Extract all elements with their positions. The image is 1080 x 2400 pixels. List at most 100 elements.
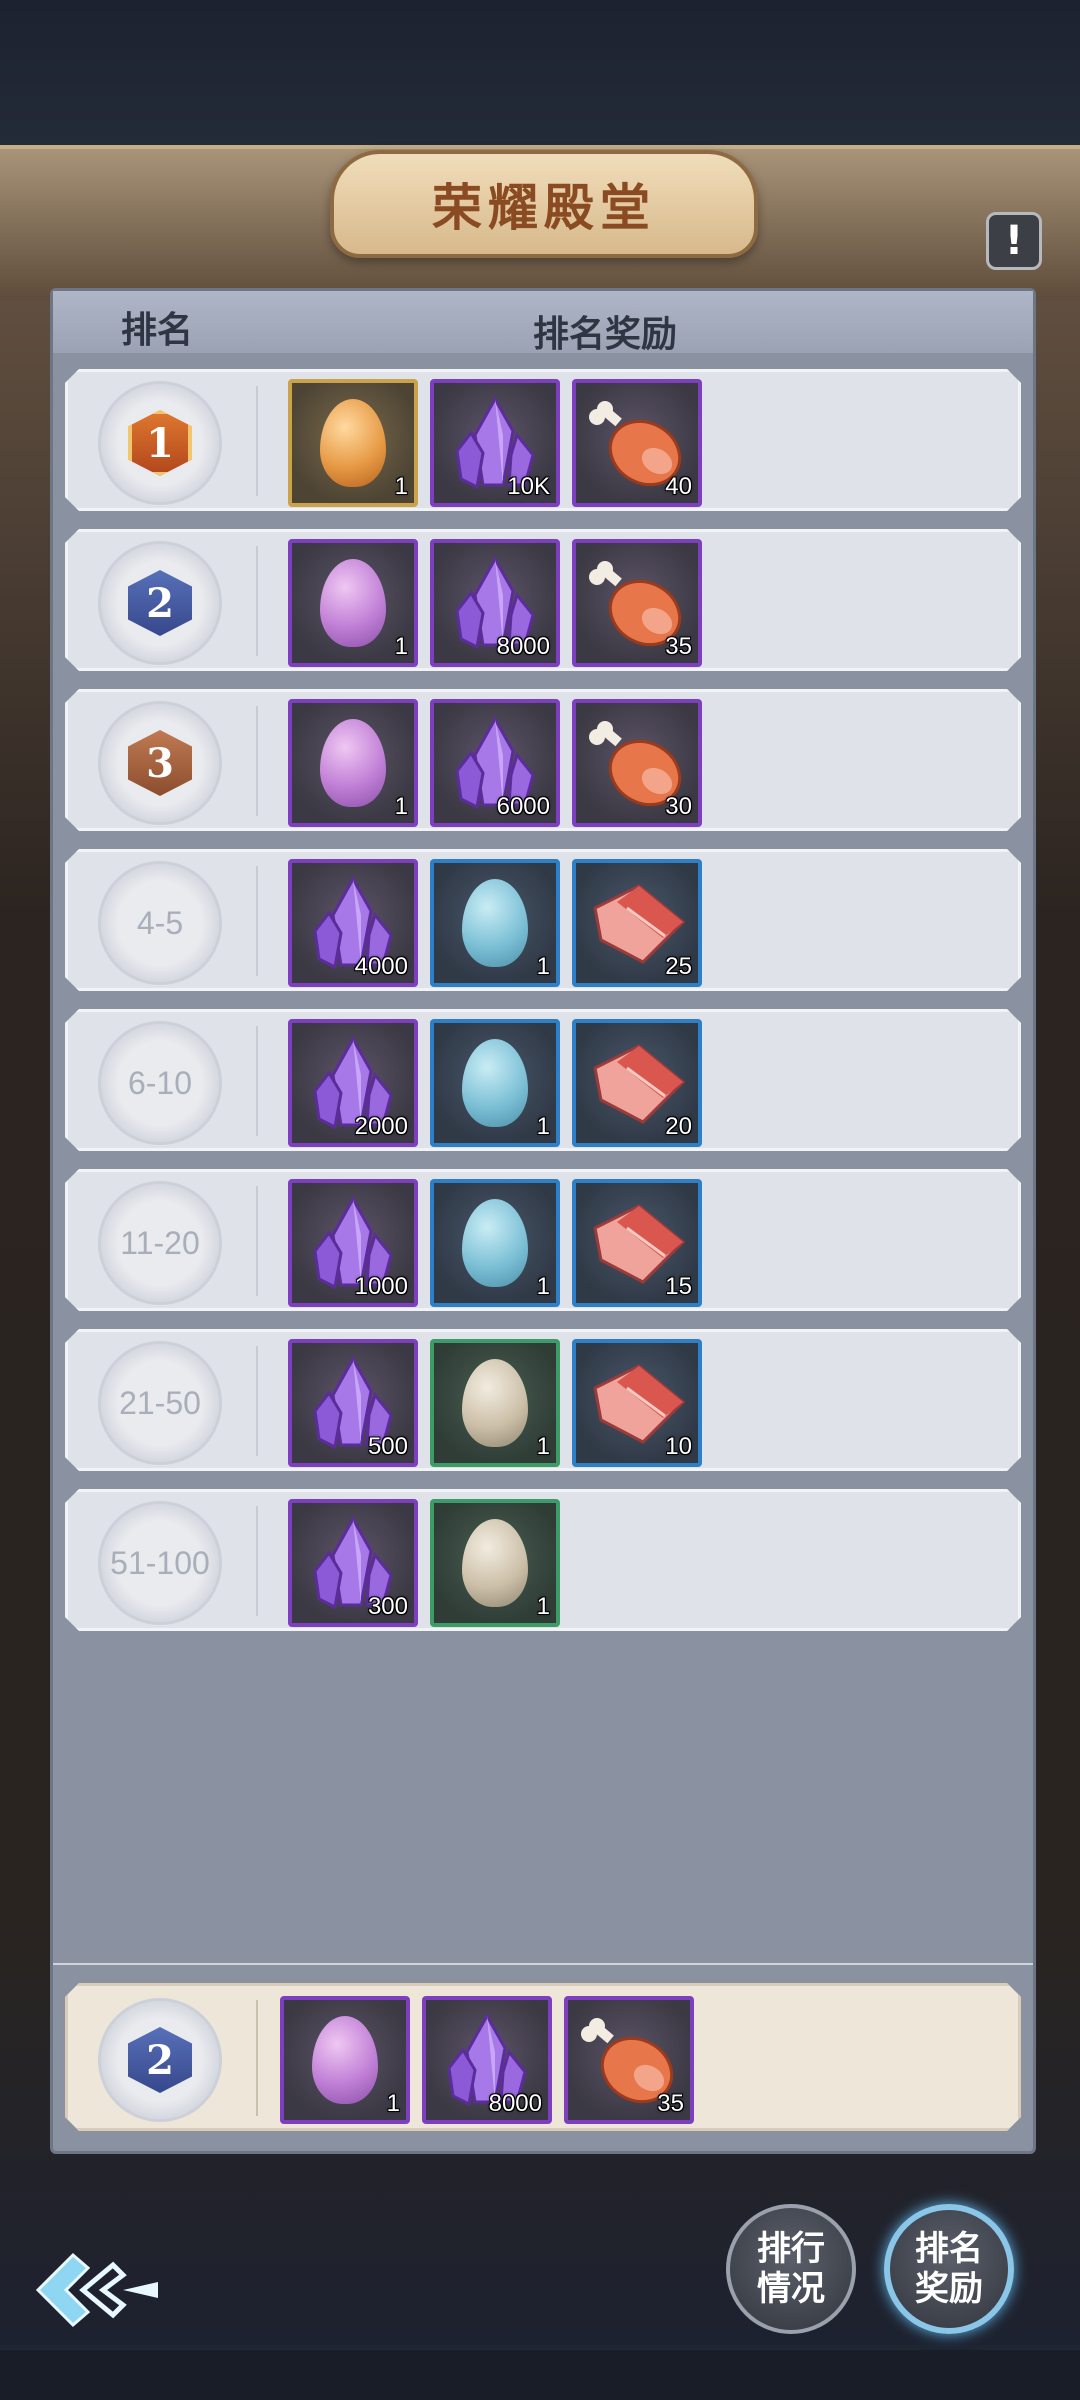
reward-items: 300 1 [288,1499,560,1627]
row-separator [256,1186,258,1296]
row-separator [256,1346,258,1456]
item-quantity: 35 [665,633,692,660]
column-header: 排名 排名奖励 [53,291,1033,355]
back-arrow-icon [35,2252,158,2328]
reward-item[interactable]: 10K [430,379,560,507]
row-separator [256,706,258,816]
row-separator [256,866,258,976]
reward-item[interactable]: 15 [572,1179,702,1307]
rank-emblem: 1 [98,381,222,505]
item-quantity: 10K [507,473,550,500]
reward-item[interactable]: 4000 [288,859,418,987]
item-quantity: 30 [665,793,692,820]
reward-items: 1000 1 15 [288,1179,702,1307]
ranking-status-button[interactable]: 排行 情况 [726,2204,856,2334]
item-quantity: 1 [394,473,408,500]
rank-emblem: 11-20 [98,1181,222,1305]
reward-item[interactable]: 25 [572,859,702,987]
reward-item[interactable]: 1 [430,1179,560,1307]
panel-divider [53,1963,1033,1965]
reward-row: 51-100 300 1 [65,1489,1021,1631]
reward-item[interactable]: 1 [430,859,560,987]
rank-reward-button[interactable]: 排名 奖励 [884,2204,1014,2334]
rank-badge-icon: 1 [128,410,192,476]
reward-item[interactable]: 35 [572,539,702,667]
reward-item[interactable]: 500 [288,1339,418,1467]
row-separator [256,546,258,656]
reward-column-header: 排名奖励 [533,314,678,355]
reward-row: 11-20 1000 1 15 [65,1169,1021,1311]
rank-badge-icon: 3 [128,730,192,796]
reward-row: 6-10 2000 1 20 [65,1009,1021,1151]
egg-white-icon [462,1359,528,1447]
rank-range-label: 11-20 [120,1224,200,1261]
egg-purple-icon [320,719,386,807]
row-separator [256,386,258,496]
reward-item[interactable]: 8000 [430,539,560,667]
rank-badge-icon: 2 [128,570,192,636]
reward-items: 1 8000 35 [288,539,702,667]
item-quantity: 25 [665,953,692,980]
reward-item[interactable]: 1 [430,1499,560,1627]
ranking-status-label-1: 排行 [757,2229,825,2269]
reward-item[interactable]: 35 [564,1996,694,2124]
rank-range-label: 4-5 [136,904,184,941]
item-quantity: 1 [536,1113,550,1140]
reward-row: 2 1 8000 35 [65,529,1021,671]
egg-blue-icon [462,879,528,967]
rank-column-header: 排名 [121,310,194,351]
egg-purple-icon [312,2016,378,2104]
item-quantity: 8000 [488,2090,542,2117]
item-quantity: 300 [367,1593,408,1620]
reward-item[interactable]: 10 [572,1339,702,1467]
item-quantity: 40 [665,473,692,500]
reward-item[interactable]: 1 [288,379,418,507]
row-separator [256,1506,258,1616]
item-quantity: 1 [536,1273,550,1300]
rank-range-label: 51-100 [110,1544,210,1581]
item-quantity: 10 [665,1433,692,1460]
reward-item[interactable]: 1 [430,1339,560,1467]
reward-item[interactable]: 6000 [430,699,560,827]
reward-items: 2000 1 20 [288,1019,702,1147]
item-quantity: 4000 [354,953,408,980]
item-quantity: 20 [665,1113,692,1140]
exclamation-icon: ! [1004,218,1024,264]
item-quantity: 6000 [496,793,550,820]
egg-white-icon [462,1519,528,1607]
info-button[interactable]: ! [986,212,1042,270]
reward-item[interactable]: 1000 [288,1179,418,1307]
reward-item[interactable]: 30 [572,699,702,827]
rank-emblem: 21-50 [98,1341,222,1465]
egg-blue-icon [462,1039,528,1127]
item-quantity: 15 [665,1273,692,1300]
reward-item[interactable]: 300 [288,1499,418,1627]
item-quantity: 1 [536,1433,550,1460]
egg-purple-icon [320,559,386,647]
reward-items: 1 6000 30 [288,699,702,827]
reward-item[interactable]: 8000 [422,1996,552,2124]
reward-items: 1 10K 40 [288,379,702,507]
item-quantity: 1 [536,953,550,980]
egg-orange-icon [320,399,386,487]
title-plate: 荣耀殿堂 [330,150,758,258]
reward-item[interactable]: 1 [280,1996,410,2124]
item-quantity: 1 [394,793,408,820]
bottom-band [0,2350,1080,2400]
reward-item[interactable]: 1 [288,539,418,667]
back-button[interactable] [28,2240,168,2340]
rank-emblem: 2 [98,1998,222,2122]
reward-item[interactable]: 2000 [288,1019,418,1147]
reward-item[interactable]: 1 [430,1019,560,1147]
rank-range-label: 21-50 [119,1384,201,1421]
item-quantity: 1 [536,1593,550,1620]
reward-item[interactable]: 40 [572,379,702,507]
rank-emblem: 2 [98,541,222,665]
rank-emblem: 51-100 [98,1501,222,1625]
reward-items: 500 1 10 [288,1339,702,1467]
reward-item[interactable]: 20 [572,1019,702,1147]
reward-item[interactable]: 1 [288,699,418,827]
item-quantity: 1 [394,633,408,660]
rank-reward-label-2: 奖励 [915,2269,983,2309]
reward-row: 1 1 10K 40 [65,369,1021,511]
